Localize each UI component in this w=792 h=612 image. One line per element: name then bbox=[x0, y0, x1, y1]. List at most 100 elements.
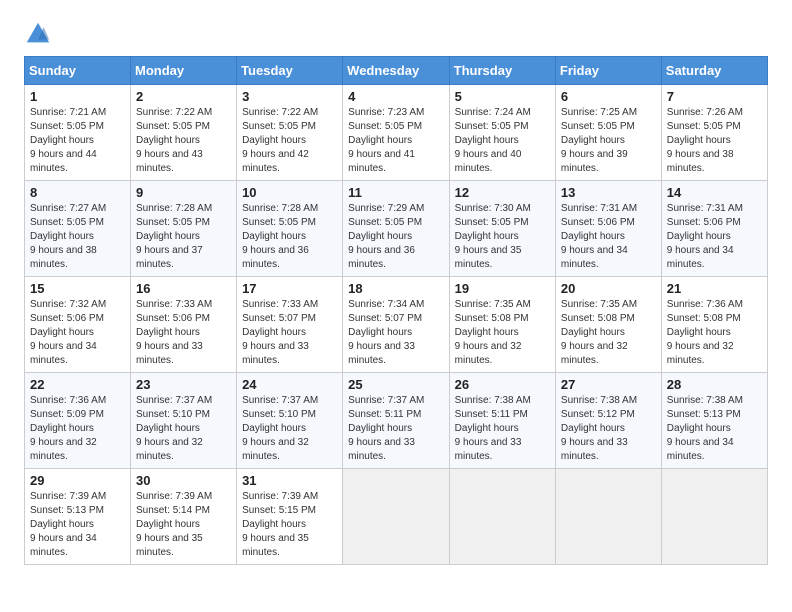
calendar-cell: 9 Sunrise: 7:28 AMSunset: 5:05 PMDayligh… bbox=[131, 181, 237, 277]
calendar-cell: 11 Sunrise: 7:29 AMSunset: 5:05 PMDaylig… bbox=[343, 181, 450, 277]
day-info: Sunrise: 7:38 AMSunset: 5:12 PMDaylight … bbox=[561, 395, 637, 462]
day-number: 2 bbox=[136, 89, 231, 104]
calendar-cell: 16 Sunrise: 7:33 AMSunset: 5:06 PMDaylig… bbox=[131, 277, 237, 373]
day-info: Sunrise: 7:22 AMSunset: 5:05 PMDaylight … bbox=[136, 107, 212, 174]
day-info: Sunrise: 7:32 AMSunset: 5:06 PMDaylight … bbox=[30, 299, 106, 366]
day-info: Sunrise: 7:39 AMSunset: 5:15 PMDaylight … bbox=[242, 491, 318, 558]
day-number: 22 bbox=[30, 377, 125, 392]
day-info: Sunrise: 7:31 AMSunset: 5:06 PMDaylight … bbox=[667, 203, 743, 270]
day-number: 29 bbox=[30, 473, 125, 488]
day-number: 30 bbox=[136, 473, 231, 488]
day-number: 31 bbox=[242, 473, 337, 488]
calendar-cell: 1 Sunrise: 7:21 AMSunset: 5:05 PMDayligh… bbox=[25, 85, 131, 181]
calendar-cell: 25 Sunrise: 7:37 AMSunset: 5:11 PMDaylig… bbox=[343, 373, 450, 469]
day-number: 15 bbox=[30, 281, 125, 296]
calendar-cell: 26 Sunrise: 7:38 AMSunset: 5:11 PMDaylig… bbox=[449, 373, 555, 469]
calendar-week-row: 15 Sunrise: 7:32 AMSunset: 5:06 PMDaylig… bbox=[25, 277, 768, 373]
day-number: 25 bbox=[348, 377, 444, 392]
calendar-cell: 7 Sunrise: 7:26 AMSunset: 5:05 PMDayligh… bbox=[661, 85, 767, 181]
day-number: 12 bbox=[455, 185, 550, 200]
calendar-cell: 27 Sunrise: 7:38 AMSunset: 5:12 PMDaylig… bbox=[555, 373, 661, 469]
day-number: 14 bbox=[667, 185, 762, 200]
day-info: Sunrise: 7:25 AMSunset: 5:05 PMDaylight … bbox=[561, 107, 637, 174]
day-number: 13 bbox=[561, 185, 656, 200]
calendar-cell bbox=[343, 469, 450, 565]
day-info: Sunrise: 7:35 AMSunset: 5:08 PMDaylight … bbox=[455, 299, 531, 366]
day-info: Sunrise: 7:39 AMSunset: 5:14 PMDaylight … bbox=[136, 491, 212, 558]
calendar-cell bbox=[661, 469, 767, 565]
calendar-cell: 12 Sunrise: 7:30 AMSunset: 5:05 PMDaylig… bbox=[449, 181, 555, 277]
day-info: Sunrise: 7:33 AMSunset: 5:06 PMDaylight … bbox=[136, 299, 212, 366]
column-header-friday: Friday bbox=[555, 57, 661, 85]
day-info: Sunrise: 7:31 AMSunset: 5:06 PMDaylight … bbox=[561, 203, 637, 270]
column-header-wednesday: Wednesday bbox=[343, 57, 450, 85]
calendar-week-row: 8 Sunrise: 7:27 AMSunset: 5:05 PMDayligh… bbox=[25, 181, 768, 277]
calendar-table: SundayMondayTuesdayWednesdayThursdayFrid… bbox=[24, 56, 768, 565]
logo-icon bbox=[24, 20, 52, 48]
column-header-monday: Monday bbox=[131, 57, 237, 85]
calendar-cell: 10 Sunrise: 7:28 AMSunset: 5:05 PMDaylig… bbox=[237, 181, 343, 277]
day-info: Sunrise: 7:38 AMSunset: 5:11 PMDaylight … bbox=[455, 395, 531, 462]
calendar-cell: 14 Sunrise: 7:31 AMSunset: 5:06 PMDaylig… bbox=[661, 181, 767, 277]
day-number: 16 bbox=[136, 281, 231, 296]
day-info: Sunrise: 7:27 AMSunset: 5:05 PMDaylight … bbox=[30, 203, 106, 270]
day-number: 9 bbox=[136, 185, 231, 200]
day-number: 4 bbox=[348, 89, 444, 104]
day-info: Sunrise: 7:28 AMSunset: 5:05 PMDaylight … bbox=[242, 203, 318, 270]
day-info: Sunrise: 7:37 AMSunset: 5:11 PMDaylight … bbox=[348, 395, 424, 462]
day-info: Sunrise: 7:37 AMSunset: 5:10 PMDaylight … bbox=[136, 395, 212, 462]
day-number: 28 bbox=[667, 377, 762, 392]
calendar-cell: 13 Sunrise: 7:31 AMSunset: 5:06 PMDaylig… bbox=[555, 181, 661, 277]
calendar-cell: 31 Sunrise: 7:39 AMSunset: 5:15 PMDaylig… bbox=[237, 469, 343, 565]
day-number: 19 bbox=[455, 281, 550, 296]
day-info: Sunrise: 7:21 AMSunset: 5:05 PMDaylight … bbox=[30, 107, 106, 174]
column-header-saturday: Saturday bbox=[661, 57, 767, 85]
calendar-cell: 6 Sunrise: 7:25 AMSunset: 5:05 PMDayligh… bbox=[555, 85, 661, 181]
day-info: Sunrise: 7:24 AMSunset: 5:05 PMDaylight … bbox=[455, 107, 531, 174]
day-info: Sunrise: 7:36 AMSunset: 5:09 PMDaylight … bbox=[30, 395, 106, 462]
calendar-week-row: 22 Sunrise: 7:36 AMSunset: 5:09 PMDaylig… bbox=[25, 373, 768, 469]
calendar-cell: 28 Sunrise: 7:38 AMSunset: 5:13 PMDaylig… bbox=[661, 373, 767, 469]
day-number: 20 bbox=[561, 281, 656, 296]
day-number: 10 bbox=[242, 185, 337, 200]
day-number: 21 bbox=[667, 281, 762, 296]
day-info: Sunrise: 7:22 AMSunset: 5:05 PMDaylight … bbox=[242, 107, 318, 174]
calendar-header-row: SundayMondayTuesdayWednesdayThursdayFrid… bbox=[25, 57, 768, 85]
day-info: Sunrise: 7:39 AMSunset: 5:13 PMDaylight … bbox=[30, 491, 106, 558]
day-info: Sunrise: 7:36 AMSunset: 5:08 PMDaylight … bbox=[667, 299, 743, 366]
day-info: Sunrise: 7:35 AMSunset: 5:08 PMDaylight … bbox=[561, 299, 637, 366]
calendar-cell: 18 Sunrise: 7:34 AMSunset: 5:07 PMDaylig… bbox=[343, 277, 450, 373]
day-info: Sunrise: 7:30 AMSunset: 5:05 PMDaylight … bbox=[455, 203, 531, 270]
day-number: 1 bbox=[30, 89, 125, 104]
day-info: Sunrise: 7:33 AMSunset: 5:07 PMDaylight … bbox=[242, 299, 318, 366]
calendar-cell: 17 Sunrise: 7:33 AMSunset: 5:07 PMDaylig… bbox=[237, 277, 343, 373]
day-number: 3 bbox=[242, 89, 337, 104]
day-number: 27 bbox=[561, 377, 656, 392]
calendar-cell: 5 Sunrise: 7:24 AMSunset: 5:05 PMDayligh… bbox=[449, 85, 555, 181]
calendar-cell: 21 Sunrise: 7:36 AMSunset: 5:08 PMDaylig… bbox=[661, 277, 767, 373]
calendar-cell bbox=[555, 469, 661, 565]
day-info: Sunrise: 7:37 AMSunset: 5:10 PMDaylight … bbox=[242, 395, 318, 462]
day-number: 18 bbox=[348, 281, 444, 296]
calendar-cell: 20 Sunrise: 7:35 AMSunset: 5:08 PMDaylig… bbox=[555, 277, 661, 373]
day-number: 24 bbox=[242, 377, 337, 392]
calendar-cell: 8 Sunrise: 7:27 AMSunset: 5:05 PMDayligh… bbox=[25, 181, 131, 277]
day-info: Sunrise: 7:28 AMSunset: 5:05 PMDaylight … bbox=[136, 203, 212, 270]
calendar-cell: 29 Sunrise: 7:39 AMSunset: 5:13 PMDaylig… bbox=[25, 469, 131, 565]
day-info: Sunrise: 7:38 AMSunset: 5:13 PMDaylight … bbox=[667, 395, 743, 462]
calendar-cell: 19 Sunrise: 7:35 AMSunset: 5:08 PMDaylig… bbox=[449, 277, 555, 373]
day-number: 11 bbox=[348, 185, 444, 200]
calendar-cell: 2 Sunrise: 7:22 AMSunset: 5:05 PMDayligh… bbox=[131, 85, 237, 181]
logo bbox=[24, 20, 56, 48]
day-number: 7 bbox=[667, 89, 762, 104]
day-info: Sunrise: 7:26 AMSunset: 5:05 PMDaylight … bbox=[667, 107, 743, 174]
calendar-week-row: 1 Sunrise: 7:21 AMSunset: 5:05 PMDayligh… bbox=[25, 85, 768, 181]
day-number: 17 bbox=[242, 281, 337, 296]
calendar-cell: 23 Sunrise: 7:37 AMSunset: 5:10 PMDaylig… bbox=[131, 373, 237, 469]
day-info: Sunrise: 7:29 AMSunset: 5:05 PMDaylight … bbox=[348, 203, 424, 270]
calendar-cell: 4 Sunrise: 7:23 AMSunset: 5:05 PMDayligh… bbox=[343, 85, 450, 181]
calendar-cell: 22 Sunrise: 7:36 AMSunset: 5:09 PMDaylig… bbox=[25, 373, 131, 469]
day-number: 26 bbox=[455, 377, 550, 392]
column-header-sunday: Sunday bbox=[25, 57, 131, 85]
calendar-cell bbox=[449, 469, 555, 565]
